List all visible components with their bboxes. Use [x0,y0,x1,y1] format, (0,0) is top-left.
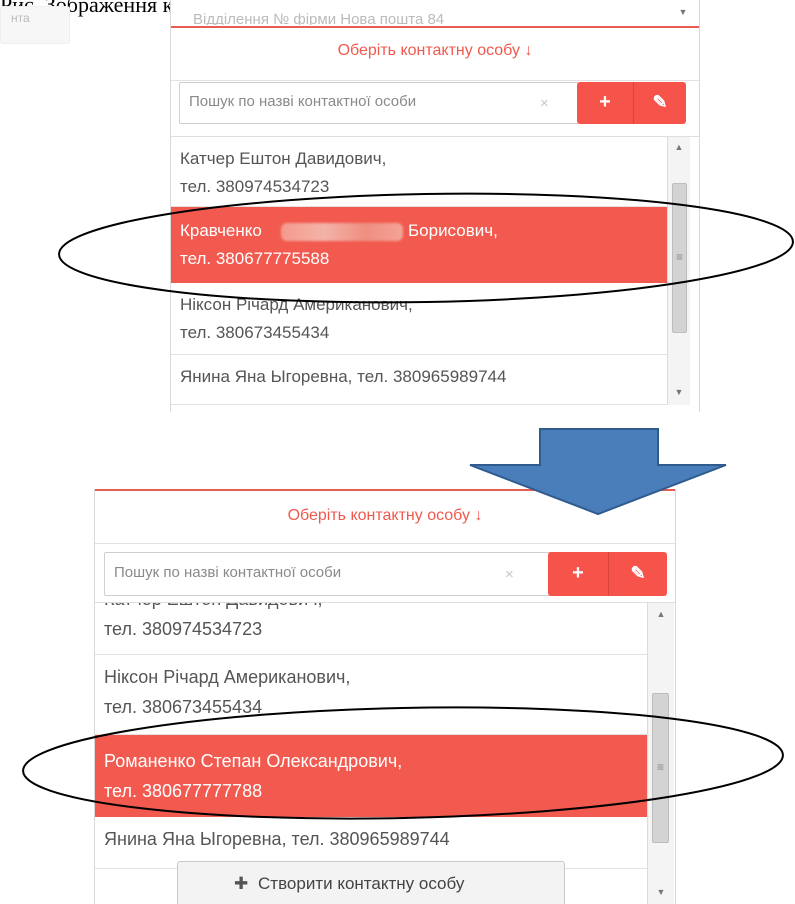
contact-panel-after: Оберіть контактну особу ↓ Пошук по назві… [94,489,676,904]
contact-search-input[interactable]: Пошук по назві контактної особи × [104,552,552,596]
background-field-stub: нта [0,6,70,44]
search-placeholder: Пошук по назві контактної особи [114,564,342,581]
choose-contact-title: Оберіть контактну особу ↓ [95,501,675,544]
list-item[interactable]: Ніксон Річард Американович, тел. 3806734… [171,283,667,355]
clear-search-icon[interactable]: × [505,566,514,583]
scroll-thumb[interactable]: ≡ [672,183,687,333]
list-item[interactable]: Катчер Ештон Давидович, тел. 38097453472… [95,603,647,655]
list-item[interactable]: Янина Яна Ыгоревна, тел. 380965989744 [171,355,667,405]
add-contact-button[interactable]: + [548,552,608,596]
list-item[interactable]: Катчер Ештон Давидович, тел. 38097453472… [171,137,667,207]
edit-contact-button[interactable]: ✎ [608,552,667,596]
contact-list-scrollbar[interactable]: ▲ ≡ ▼ [647,603,674,904]
contact-list-scrollbar[interactable]: ▲ ≡ ▼ [667,137,690,405]
scroll-up-icon[interactable]: ▲ [648,609,674,619]
cut-address-text: Відділення № фірми Нова пошта 84 [193,11,445,25]
create-contact-button[interactable]: ✚ Створити контактну особу [177,861,565,904]
contact-list: Катчер Ештон Давидович, тел. 38097453472… [171,136,699,412]
scroll-thumb[interactable]: ≡ [652,693,669,843]
list-item-selected[interactable]: Романенко Степан Олександрович, тел. 380… [95,735,647,817]
stub-text: нта [11,11,30,25]
add-contact-button[interactable]: + [577,82,633,124]
grip-icon: ≡ [675,250,683,264]
accent-line [95,489,675,491]
contact-list: Катчер Ештон Давидович, тел. 38097453472… [95,602,675,904]
scroll-up-icon[interactable]: ▲ [668,142,690,152]
list-item[interactable]: Ніксон Річард Американович, тел. 3806734… [95,655,647,735]
scroll-down-icon[interactable]: ▼ [648,887,674,897]
edit-contact-button[interactable]: ✎ [633,82,686,124]
contact-panel-before: Відділення № фірми Нова пошта 84 ▼ Обері… [170,0,700,412]
search-placeholder: Пошук по назві контактної особи [189,93,417,110]
plus-icon: ✚ [234,874,249,893]
grip-icon: ≡ [656,760,664,774]
contact-search-input[interactable]: Пошук по назві контактної особи × [179,82,579,124]
create-contact-label: Створити контактну особу [258,874,465,893]
scroll-down-icon[interactable]: ▼ [668,387,690,397]
redacted-name [281,223,403,241]
clear-search-icon[interactable]: × [540,95,549,112]
choose-contact-title: Оберіть контактну особу ↓ [171,40,699,81]
list-item-selected[interactable]: Кравченко Борисович, тел. 380677775588 [171,207,667,283]
select-caret-icon[interactable]: ▼ [676,7,690,17]
accent-line [171,26,699,28]
